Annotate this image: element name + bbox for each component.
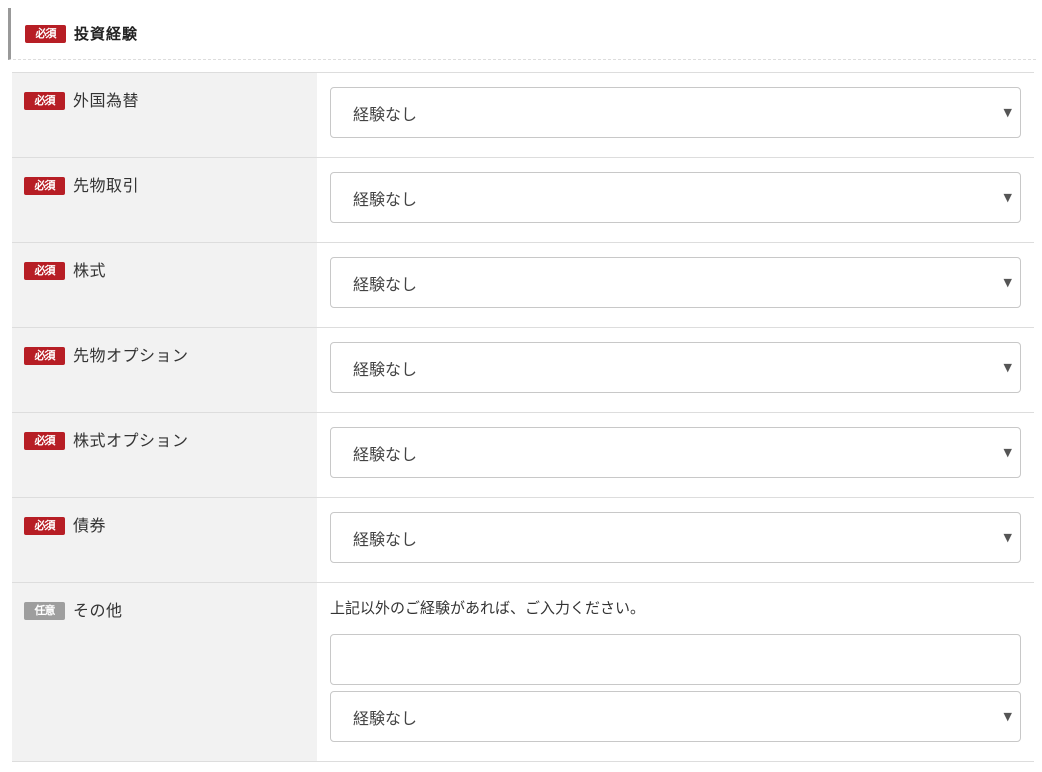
chevron-down-icon: ▼ <box>1003 276 1012 289</box>
form-row-stock-options: 必須 株式オプション 経験なし ▼ <box>12 412 1034 497</box>
row-label: 先物オプション <box>73 346 189 365</box>
forex-experience-select[interactable]: 経験なし ▼ <box>330 87 1021 138</box>
select-value: 経験なし <box>353 189 418 209</box>
form-row-futures-options: 必須 先物オプション 経験なし ▼ <box>12 327 1034 412</box>
form-row-forex: 必須 外国為替 経験なし ▼ <box>12 72 1034 157</box>
required-badge: 必須 <box>24 432 65 450</box>
row-value-cell: 経験なし ▼ <box>317 73 1034 157</box>
form-row-futures: 必須 先物取引 経験なし ▼ <box>12 157 1034 242</box>
row-label-cell: 必須 株式オプション <box>12 413 317 497</box>
chevron-down-icon: ▼ <box>1003 191 1012 204</box>
row-value-cell: 経験なし ▼ <box>317 158 1034 242</box>
optional-badge: 任意 <box>24 602 65 620</box>
form-row-stocks: 必須 株式 経験なし ▼ <box>12 242 1034 327</box>
row-label: その他 <box>73 601 123 620</box>
futures-options-experience-select[interactable]: 経験なし ▼ <box>330 342 1021 393</box>
section-title: 投資経験 <box>74 25 139 43</box>
stocks-experience-select[interactable]: 経験なし ▼ <box>330 257 1021 308</box>
select-value: 経験なし <box>353 359 418 379</box>
helper-text: 上記以外のご経験があれば、ご入力ください。 <box>330 599 646 617</box>
futures-experience-select[interactable]: 経験なし ▼ <box>330 172 1021 223</box>
required-badge: 必須 <box>24 347 65 365</box>
row-value-cell: 経験なし ▼ <box>317 498 1034 582</box>
row-label-cell: 必須 外国為替 <box>12 73 317 157</box>
other-experience-select[interactable]: 経験なし ▼ <box>330 691 1021 742</box>
row-value-cell: 経験なし ▼ <box>317 413 1034 497</box>
required-badge: 必須 <box>24 517 65 535</box>
row-label-cell: 任意 その他 <box>12 583 317 761</box>
select-value: 経験なし <box>353 708 418 728</box>
row-label-cell: 必須 先物取引 <box>12 158 317 242</box>
bonds-experience-select[interactable]: 経験なし ▼ <box>330 512 1021 563</box>
row-label: 外国為替 <box>73 91 140 110</box>
other-experience-input[interactable] <box>330 634 1021 685</box>
required-badge: 必須 <box>24 262 65 280</box>
select-value: 経験なし <box>353 529 418 549</box>
row-label-cell: 必須 先物オプション <box>12 328 317 412</box>
form-row-bonds: 必須 債券 経験なし ▼ <box>12 497 1034 582</box>
row-label-cell: 必須 債券 <box>12 498 317 582</box>
chevron-down-icon: ▼ <box>1003 446 1012 459</box>
row-value-cell: 上記以外のご経験があれば、ご入力ください。 経験なし ▼ <box>317 583 1034 761</box>
required-badge: 必須 <box>24 177 65 195</box>
row-label: 株式オプション <box>73 431 189 450</box>
row-label: 先物取引 <box>73 176 140 195</box>
required-badge: 必須 <box>25 24 66 43</box>
select-value: 経験なし <box>353 274 418 294</box>
section-header: 必須 投資経験 <box>8 8 1036 60</box>
chevron-down-icon: ▼ <box>1003 361 1012 374</box>
select-value: 経験なし <box>353 104 418 124</box>
form-row-other: 任意 その他 上記以外のご経験があれば、ご入力ください。 経験なし ▼ <box>12 582 1034 762</box>
row-label: 債券 <box>73 516 107 535</box>
chevron-down-icon: ▼ <box>1003 531 1012 544</box>
chevron-down-icon: ▼ <box>1003 710 1012 723</box>
investment-experience-form: 必須 外国為替 経験なし ▼ 必須 先物取引 経験なし ▼ 必須 株式 経験なし… <box>12 72 1034 762</box>
row-label: 株式 <box>73 261 107 280</box>
stock-options-experience-select[interactable]: 経験なし ▼ <box>330 427 1021 478</box>
row-value-cell: 経験なし ▼ <box>317 328 1034 412</box>
row-value-cell: 経験なし ▼ <box>317 243 1034 327</box>
select-value: 経験なし <box>353 444 418 464</box>
row-label-cell: 必須 株式 <box>12 243 317 327</box>
required-badge: 必須 <box>24 92 65 110</box>
chevron-down-icon: ▼ <box>1003 106 1012 119</box>
